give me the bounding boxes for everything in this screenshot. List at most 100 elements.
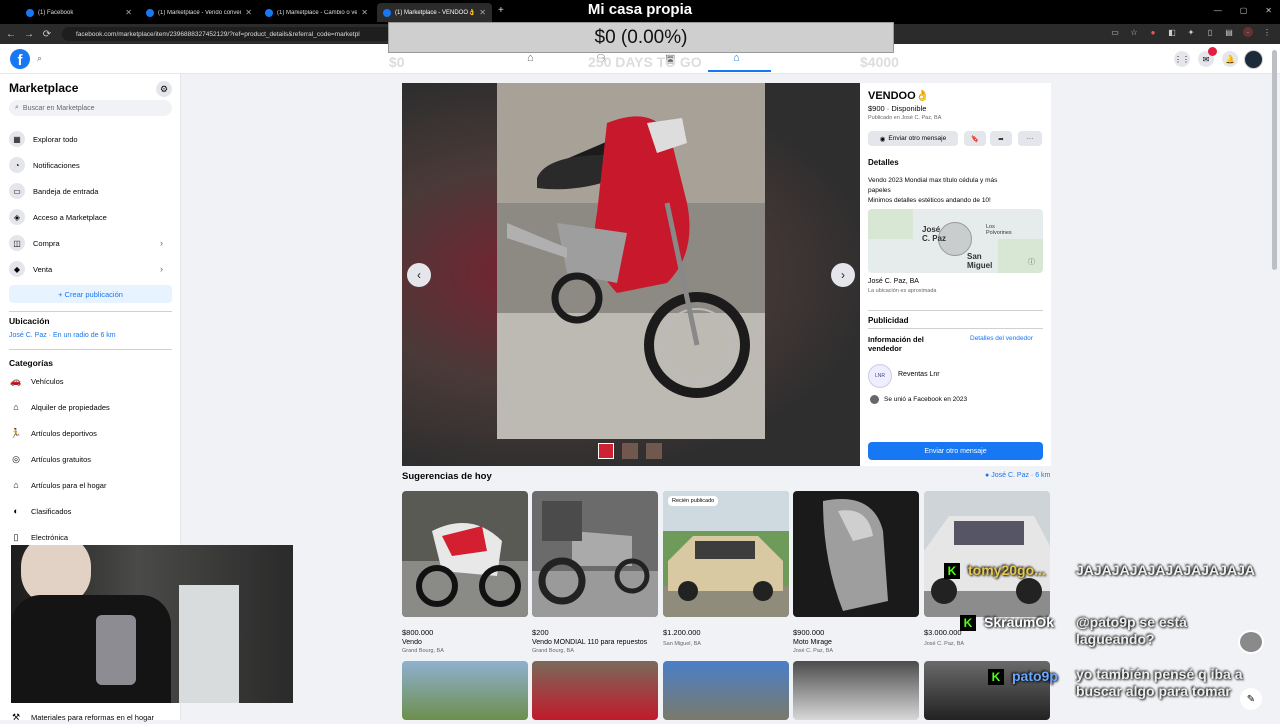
info-icon[interactable]: ⓘ [1028, 257, 1035, 267]
url-input[interactable]: facebook.com/marketplace/item/2396888327… [62, 27, 392, 41]
seller-details-link[interactable]: Detalles del vendedor [970, 335, 1033, 342]
search-input[interactable]: ⌕ Buscar en Marketplace [9, 100, 172, 116]
chat-avatar[interactable] [1238, 630, 1264, 654]
listing-details-panel: VENDOO👌 $900 · Disponible Publicado en J… [860, 83, 1051, 466]
suggestion-card-photo[interactable] [663, 661, 789, 720]
reload-icon[interactable]: ⟳ [40, 27, 54, 41]
category-sports[interactable]: 🏃 Artículos deportivos [9, 426, 96, 440]
chat-message: JAJAJAJAJAJAJAJAJAJA [1076, 562, 1255, 578]
suggestion-card-photo[interactable] [402, 661, 528, 720]
search-icon[interactable]: ⌕ [37, 53, 42, 64]
chat-username-row: Ktomy20go... [944, 562, 1046, 580]
suggestions-location-label: José C. Paz · 6 km [991, 472, 1051, 479]
marketplace-icon[interactable]: ⌂ [733, 52, 740, 64]
suggestion-card[interactable]: Recién publicado $1.200.000 San Miguel, … [663, 491, 789, 647]
gear-icon[interactable]: ⚙ [156, 81, 172, 97]
publicity-heading: Publicidad [868, 316, 909, 325]
category-rentals[interactable]: ⌂ Alquiler de propiedades [9, 400, 110, 414]
card-title: Moto Mirage [793, 639, 832, 646]
suggestion-card[interactable]: $800.000 Vendo Grand Bourg, BA [402, 491, 528, 654]
sidebar-item-label: Notificaciones [33, 160, 80, 170]
location-map[interactable]: José C. Paz Los Polvorines San Miguel ⓘ [868, 209, 1043, 273]
category-classifieds[interactable]: ◐ Clasificados [9, 504, 71, 518]
chat-username: SkraumOk [984, 614, 1055, 630]
category-home[interactable]: ⌂ Artículos para el hogar [9, 478, 106, 492]
thumbnail[interactable] [622, 443, 638, 459]
new-tab-button[interactable]: + [498, 5, 504, 16]
car-icon: 🚗 [10, 375, 22, 386]
suggestion-card[interactable]: $900.000 Moto Mirage José C. Paz, BA [793, 491, 919, 654]
suggestions-location[interactable]: ● José C. Paz · 6 km [985, 472, 1050, 479]
avatar[interactable] [1244, 50, 1263, 69]
close-icon[interactable]: ✕ [125, 8, 132, 17]
classified-icon: ◐ [13, 506, 19, 516]
category-free[interactable]: ◎ Artículos gratuitos [9, 452, 91, 466]
sidebar-item-sell[interactable]: ◆ Venta › [9, 261, 172, 277]
extension-icon[interactable]: ● [1148, 27, 1158, 37]
category-label: Clasificados [31, 506, 72, 516]
category-vehicles[interactable]: 🚗 Vehículos [9, 374, 63, 388]
gift-icon: ◎ [12, 453, 20, 464]
overlay-goal-end: $4000 [860, 54, 899, 70]
page-scrollbar[interactable] [1272, 50, 1277, 270]
suggestion-card-photo[interactable] [532, 661, 658, 720]
facebook-logo[interactable]: f [10, 49, 30, 69]
back-icon[interactable]: ← [4, 27, 18, 41]
messenger-icon: ◉ [879, 135, 886, 143]
close-icon[interactable]: ✕ [479, 8, 486, 17]
card-location: José C. Paz, BA [924, 641, 965, 647]
thumbnail[interactable] [598, 443, 614, 459]
minimize-icon[interactable]: — [1214, 6, 1222, 15]
create-listing-button[interactable]: + Crear publicación [9, 285, 172, 303]
menu-kebab-icon[interactable]: ⋮ [1262, 27, 1272, 37]
search-placeholder: Buscar en Marketplace [22, 104, 95, 112]
seller-avatar[interactable]: LNR [868, 364, 892, 388]
send-message-button[interactable]: ◉ Enviar otro mensaje [868, 131, 958, 146]
save-icon[interactable]: 🔖 [964, 131, 986, 146]
previous-photo-button[interactable]: ‹ [407, 263, 431, 287]
more-options-icon[interactable]: ··· [1018, 131, 1042, 146]
running-icon: 🏃 [10, 427, 22, 438]
map-label: Los Polvorines [986, 224, 1012, 236]
sidebar-item-label: Venta [33, 264, 53, 274]
listing-title: VENDOO👌 [868, 90, 930, 102]
bell-icon[interactable]: 🔔 [1222, 51, 1238, 67]
sidebar-icon[interactable]: ▯ [1205, 27, 1215, 37]
forward-icon[interactable]: → [22, 27, 36, 41]
close-icon[interactable]: ✕ [245, 8, 252, 17]
profile-avatar[interactable]: · [1243, 27, 1253, 37]
send-message-button[interactable]: Enviar otro mensaje [868, 442, 1043, 460]
browser-tab[interactable]: (1) Marketplace - Vendo conver ✕ [140, 3, 258, 22]
suggestion-card-photo[interactable] [793, 661, 919, 720]
sidebar-item-inbox[interactable]: ▭ Bandeja de entrada [9, 183, 172, 199]
bookmark-star-icon[interactable]: ☆ [1129, 27, 1139, 37]
browser-tab[interactable]: (1) Marketplace - Cambio o ve ✕ [259, 3, 374, 22]
sidebar-item-buy[interactable]: ◫ Compra › [9, 235, 172, 251]
suggestion-card[interactable]: $200 Vendo MONDIAL 110 para repuestos Gr… [532, 491, 658, 654]
browser-tab-active[interactable]: (1) Marketplace - VENDOO👌 ✕ [377, 3, 492, 22]
cast-icon[interactable]: ▭ [1110, 27, 1120, 37]
next-photo-button[interactable]: › [831, 263, 855, 287]
reading-list-icon[interactable]: ▤ [1224, 27, 1234, 37]
close-icon[interactable]: ✕ [361, 8, 368, 17]
sidebar-item-access[interactable]: ◈ Acceso a Marketplace [9, 209, 172, 225]
compose-icon[interactable]: ✎ [1240, 688, 1262, 710]
sidebar-item-explore[interactable]: ▦ Explorar todo [9, 131, 172, 147]
home-icon[interactable]: ⌂ [527, 52, 534, 64]
seller-name[interactable]: Reventas Lnr [898, 371, 940, 378]
webcam-person-shirt [11, 595, 171, 703]
extensions-puzzle-icon[interactable]: ✦ [1186, 27, 1196, 37]
category-renovation[interactable]: ⚒ Materiales para reformas en el hogar [9, 710, 154, 724]
sidebar-item-notifications[interactable]: ◔ Notificaciones [9, 157, 172, 173]
thumbnail[interactable] [646, 443, 662, 459]
sidebar-item-label: Bandeja de entrada [33, 186, 99, 196]
category-electronics[interactable]: ▯ Electrónica [9, 530, 69, 544]
close-window-icon[interactable]: ✕ [1265, 6, 1272, 15]
maximize-icon[interactable]: ▢ [1240, 6, 1248, 15]
location-link[interactable]: José C. Paz · En un radio de 6 km [9, 332, 116, 339]
browser-tab[interactable]: (1) Facebook ✕ [20, 3, 138, 22]
share-icon[interactable]: ➦ [990, 131, 1012, 146]
map-label: José C. Paz [922, 225, 947, 243]
extension-icon[interactable]: ◧ [1167, 27, 1177, 37]
menu-grid-icon[interactable]: ⋮⋮ [1174, 51, 1190, 67]
